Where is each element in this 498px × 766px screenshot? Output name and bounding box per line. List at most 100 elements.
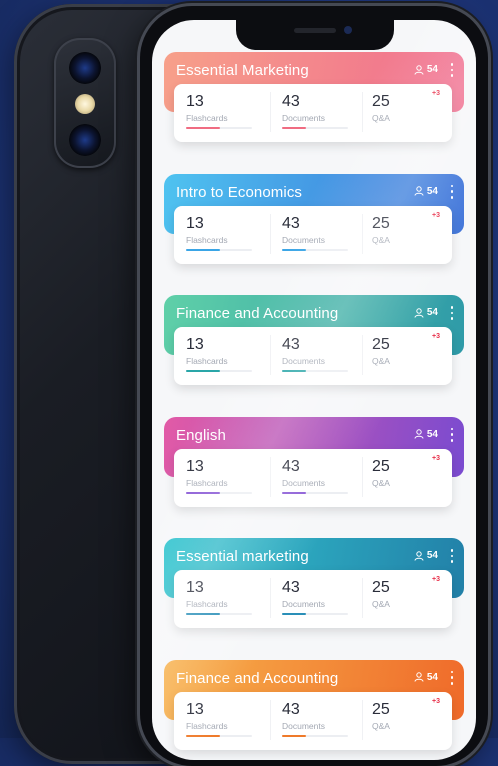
stats-card: 13 Flashcards 43 Documents 25 Q&A +3 (174, 448, 452, 507)
flashcards-stat[interactable]: 13 Flashcards (186, 214, 252, 251)
flashcards-stat[interactable]: 13 Flashcards (186, 700, 252, 737)
flashcards-count: 13 (186, 214, 204, 232)
qa-count: 25 (372, 336, 390, 353)
documents-count: 43 (282, 214, 300, 232)
app-screen: Essential Marketing 54 13 Flashcards 43 … (152, 20, 476, 760)
qa-label: Q&A (372, 599, 390, 609)
user-icon (414, 550, 424, 561)
divider (270, 456, 271, 497)
qa-stat[interactable]: 25 Q&A (372, 457, 390, 488)
course-card[interactable]: Finance and Accounting 54 13 Flashcards … (164, 295, 464, 385)
divider (270, 92, 271, 132)
flashcards-count: 13 (186, 579, 204, 596)
documents-stat[interactable]: 43 Documents (282, 457, 348, 494)
divider (270, 699, 271, 740)
user-icon (414, 186, 424, 196)
user-icon (414, 64, 424, 75)
camera-lens-icon (69, 124, 101, 156)
flashcards-stat[interactable]: 13 Flashcards (186, 335, 252, 372)
qa-count: 25 (372, 93, 390, 110)
documents-stat[interactable]: 43 Documents (282, 335, 348, 372)
documents-progress (282, 248, 348, 251)
flashcards-label: Flashcards (186, 356, 228, 366)
more-options-icon[interactable] (450, 427, 454, 442)
camera-module (54, 38, 116, 168)
qa-stat[interactable]: 25 Q&A (372, 578, 390, 609)
course-card[interactable]: Essential Marketing 54 13 Flashcards 43 … (164, 52, 464, 142)
member-count: 54 (414, 550, 438, 561)
user-icon (414, 429, 424, 439)
documents-progress (282, 127, 348, 129)
new-badge: +3 (432, 697, 440, 705)
divider (362, 92, 363, 132)
divider (362, 335, 363, 375)
more-options-icon[interactable] (450, 670, 454, 685)
documents-count: 43 (282, 579, 300, 596)
notch (236, 20, 394, 50)
qa-stat[interactable]: 25 Q&A (372, 700, 390, 731)
course-title: Essential marketing (176, 548, 309, 565)
flashcards-progress (186, 734, 252, 737)
member-count: 54 (414, 186, 438, 197)
documents-progress (282, 370, 348, 372)
divider (362, 213, 363, 254)
flashcards-label: Flashcards (186, 477, 228, 488)
qa-count: 25 (372, 700, 390, 718)
divider (362, 699, 363, 740)
phone-front: Essential Marketing 54 13 Flashcards 43 … (140, 6, 488, 766)
documents-count: 43 (282, 336, 300, 353)
member-count-value: 54 (426, 185, 438, 197)
member-count: 54 (414, 307, 438, 318)
documents-label: Documents (282, 477, 325, 488)
member-count-value: 54 (426, 64, 438, 75)
more-options-icon[interactable] (450, 63, 454, 77)
course-card[interactable]: Finance and Accounting 54 13 Flashcards … (164, 659, 464, 750)
flashcards-count: 13 (186, 93, 204, 110)
new-badge: +3 (432, 454, 440, 462)
new-badge: +3 (432, 211, 440, 219)
flashcards-progress (186, 370, 252, 372)
documents-label: Documents (282, 720, 325, 731)
member-count-value: 54 (426, 307, 438, 318)
documents-count: 43 (282, 700, 300, 718)
flashcards-stat[interactable]: 13 Flashcards (186, 578, 252, 615)
course-card[interactable]: Intro to Economics 54 13 Flashcards 43 D… (164, 173, 464, 264)
user-icon (414, 307, 424, 318)
documents-stat[interactable]: 43 Documents (282, 92, 348, 129)
qa-stat[interactable]: 25 Q&A (372, 214, 390, 245)
more-options-icon[interactable] (450, 184, 454, 199)
qa-label: Q&A (372, 113, 390, 123)
qa-stat[interactable]: 25 Q&A (372, 335, 390, 366)
documents-stat[interactable]: 43 Documents (282, 214, 348, 251)
flashcards-label: Flashcards (186, 599, 228, 609)
new-badge: +3 (432, 90, 440, 97)
documents-stat[interactable]: 43 Documents (282, 578, 348, 615)
documents-stat[interactable]: 43 Documents (282, 700, 348, 737)
more-options-icon[interactable] (450, 549, 454, 563)
course-title: Essential Marketing (176, 62, 309, 79)
flashcards-progress (186, 248, 252, 251)
flashcards-stat[interactable]: 13 Flashcards (186, 457, 252, 494)
member-count: 54 (414, 429, 438, 440)
qa-stat[interactable]: 25 Q&A (372, 92, 390, 123)
flashcards-label: Flashcards (186, 113, 228, 123)
stats-card: 13 Flashcards 43 Documents 25 Q&A +3 (174, 84, 452, 142)
flashcards-stat[interactable]: 13 Flashcards (186, 92, 252, 129)
flashcards-progress (186, 127, 252, 129)
stats-card: 13 Flashcards 43 Documents 25 Q&A +3 (174, 691, 452, 750)
divider (362, 456, 363, 497)
front-camera-icon (344, 26, 352, 34)
documents-progress (282, 613, 348, 615)
more-options-icon[interactable] (450, 306, 454, 320)
stats-card: 13 Flashcards 43 Documents 25 Q&A +3 (174, 570, 452, 628)
stats-card: 13 Flashcards 43 Documents 25 Q&A +3 (174, 205, 452, 264)
qa-label: Q&A (372, 477, 390, 488)
course-card[interactable]: English 54 13 Flashcards 43 Documents 25… (164, 416, 464, 507)
flashcards-label: Flashcards (186, 234, 228, 245)
flash-icon (75, 94, 95, 114)
documents-label: Documents (282, 599, 325, 609)
stats-card: 13 Flashcards 43 Documents 25 Q&A +3 (174, 327, 452, 385)
new-badge: +3 (432, 333, 440, 340)
course-card[interactable]: Essential marketing 54 13 Flashcards 43 … (164, 538, 464, 628)
qa-label: Q&A (372, 356, 390, 366)
